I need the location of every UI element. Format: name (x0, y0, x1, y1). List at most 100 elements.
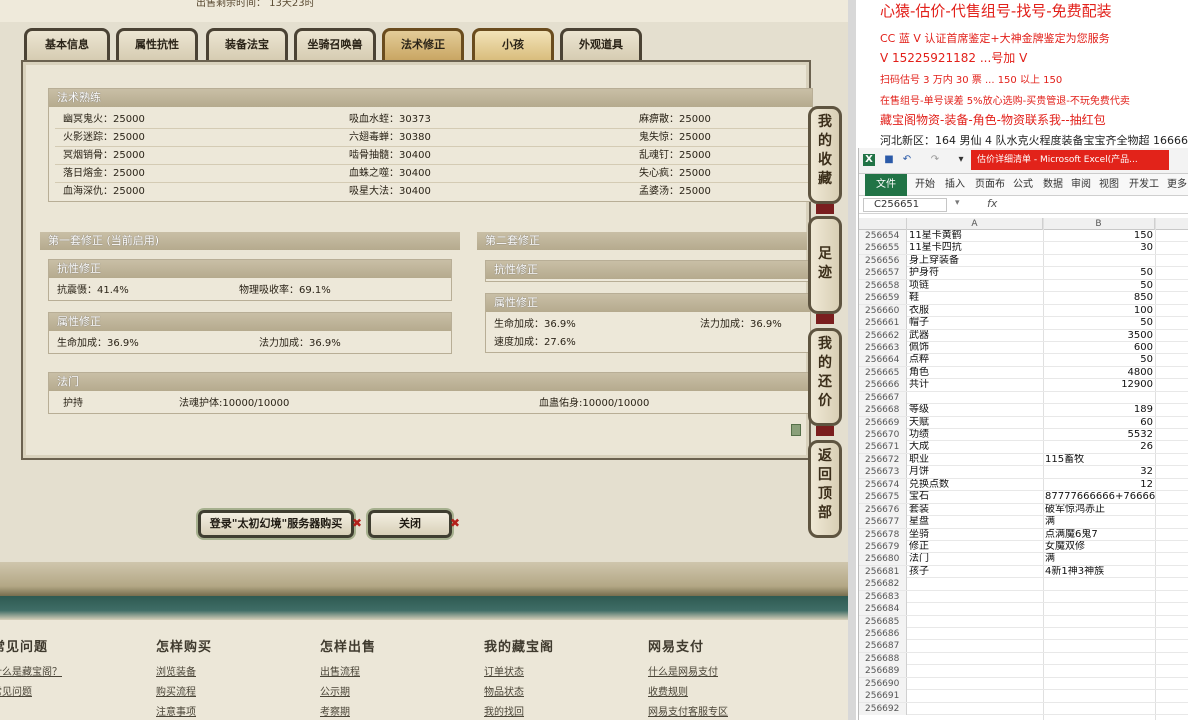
cell-a[interactable]: 套装 (907, 504, 1043, 516)
row-number[interactable]: 256683 (859, 590, 907, 603)
row-number[interactable]: 256667 (859, 391, 907, 404)
cell-a[interactable]: 坐骑 (907, 529, 1043, 541)
row-number[interactable]: 256666 (859, 379, 907, 392)
tab-equipment[interactable]: 装备法宝 (206, 28, 288, 60)
my-favorites-button[interactable]: 我 的 收 藏 (808, 106, 842, 204)
row-number[interactable]: 256691 (859, 690, 907, 703)
row-number[interactable]: 256668 (859, 404, 907, 417)
row-number[interactable]: 256692 (859, 702, 907, 715)
undo-icon[interactable]: ↶ (901, 154, 913, 166)
back-to-top-button[interactable]: 返 回 顶 部 (808, 440, 842, 538)
column-header-a[interactable]: A (907, 218, 1043, 230)
cell-a[interactable]: 等级 (907, 404, 1043, 416)
footer-link[interactable]: 物品状态 (484, 683, 554, 698)
cell-a[interactable]: 护身符 (907, 267, 1043, 279)
row-number[interactable]: 256675 (859, 491, 907, 504)
cell-b[interactable]: 189 (1043, 404, 1155, 416)
select-all-corner[interactable] (859, 218, 907, 230)
save-icon[interactable]: ■ (883, 154, 895, 166)
row-number[interactable]: 256660 (859, 304, 907, 317)
footer-link[interactable]: 收费规则 (648, 683, 728, 698)
row-number[interactable]: 256664 (859, 354, 907, 367)
row-number[interactable]: 256681 (859, 565, 907, 578)
row-number[interactable]: 256686 (859, 628, 907, 640)
browser-scrollbar[interactable] (848, 0, 856, 720)
cell-a[interactable]: 宝石 (907, 491, 1043, 503)
ribbon-tab-formulas[interactable]: 公式 (1013, 174, 1033, 196)
cell-a[interactable]: 项链 (907, 280, 1043, 292)
footer-link[interactable]: 我的找回 (484, 703, 554, 718)
cell-b[interactable]: 满 (1043, 553, 1155, 565)
cell-b[interactable]: 点满魔6鬼7 (1043, 529, 1155, 541)
cell-a[interactable]: 孩子 (907, 566, 1043, 578)
cell-a[interactable]: 武器 (907, 330, 1043, 342)
ribbon-tab-page-layout[interactable]: 页面布 (975, 174, 1005, 196)
cell-b[interactable]: 850 (1043, 292, 1155, 304)
cell-a[interactable]: 佩饰 (907, 342, 1043, 354)
row-number[interactable]: 256654 (859, 230, 907, 242)
cell-b[interactable]: 26 (1043, 441, 1155, 453)
footer-link[interactable]: 购买流程 (156, 683, 212, 698)
row-number[interactable]: 256672 (859, 453, 907, 466)
customize-qa-icon[interactable]: ▾ (955, 154, 967, 166)
row-number[interactable]: 256655 (859, 242, 907, 255)
cell-b[interactable]: 32 (1043, 466, 1155, 478)
cell-b[interactable]: 50 (1043, 267, 1155, 279)
row-number[interactable]: 256659 (859, 292, 907, 305)
tab-mounts-pets[interactable]: 坐骑召唤兽 (294, 28, 376, 60)
cell-a[interactable]: 法门 (907, 553, 1043, 565)
row-number[interactable]: 256688 (859, 652, 907, 665)
footer-link[interactable]: 常见问题 (0, 683, 62, 698)
cell-b[interactable]: 100 (1043, 305, 1155, 317)
row-number[interactable]: 256687 (859, 640, 907, 653)
excel-export-icon[interactable] (791, 424, 801, 436)
cell-b[interactable]: 600 (1043, 342, 1155, 354)
cell-b[interactable]: 50 (1043, 354, 1155, 366)
cell-b[interactable]: 破军惊鸿赤止 (1043, 504, 1155, 516)
footer-link[interactable]: 什么是网易支付 (648, 663, 728, 678)
cell-a[interactable]: 鞋 (907, 292, 1043, 304)
row-number[interactable]: 256656 (859, 254, 907, 267)
spreadsheet-grid[interactable]: 256654 11星卡黄鹤 150 256655 11星卡四抗 30 256656 身上穿装备… (859, 230, 1188, 716)
tab-basic-info[interactable]: 基本信息 (24, 28, 110, 60)
row-number[interactable]: 256671 (859, 441, 907, 454)
ribbon-tab-developer[interactable]: 开发工 (1129, 174, 1159, 196)
row-number[interactable]: 256665 (859, 366, 907, 379)
tab-appearance[interactable]: 外观道具 (560, 28, 642, 60)
row-number[interactable]: 256674 (859, 478, 907, 491)
cell-b[interactable]: 50 (1043, 280, 1155, 292)
row-number[interactable]: 256690 (859, 677, 907, 690)
cell-a[interactable]: 修正 (907, 541, 1043, 553)
cell-a[interactable]: 点粹 (907, 354, 1043, 366)
row-number[interactable]: 256685 (859, 615, 907, 628)
cell-a[interactable]: 兑换点数 (907, 479, 1043, 491)
cell-a[interactable]: 大成 (907, 441, 1043, 453)
cell-a[interactable]: 月饼 (907, 466, 1043, 478)
cell-b[interactable]: 150 (1043, 230, 1155, 242)
cell-b[interactable]: 12 (1043, 479, 1155, 491)
footer-link[interactable]: 出售流程 (320, 663, 376, 678)
cell-a[interactable]: 共计 (907, 379, 1043, 391)
cell-b[interactable]: 30 (1043, 242, 1155, 254)
row-number[interactable]: 256658 (859, 279, 907, 292)
cell-b[interactable]: 3500 (1043, 330, 1155, 342)
cell-a[interactable]: 星盘 (907, 516, 1043, 528)
ribbon-tab-view[interactable]: 视图 (1099, 174, 1119, 196)
row-number[interactable]: 256680 (859, 553, 907, 566)
row-number[interactable]: 256676 (859, 503, 907, 516)
file-tab[interactable]: 文件 (865, 174, 907, 196)
cell-b[interactable]: 60 (1043, 417, 1155, 429)
ribbon-tab-data[interactable]: 数据 (1043, 174, 1063, 196)
close-button[interactable]: 关闭 (368, 510, 452, 538)
row-number[interactable]: 256678 (859, 528, 907, 541)
cell-b[interactable]: 满 (1043, 516, 1155, 528)
cell-a[interactable]: 11星卡四抗 (907, 242, 1043, 254)
footer-link[interactable]: 公示期 (320, 683, 376, 698)
row-number[interactable]: 256684 (859, 603, 907, 616)
cell-a[interactable]: 功绩 (907, 429, 1043, 441)
row-number[interactable]: 256670 (859, 429, 907, 441)
cell-b[interactable]: 5532 (1043, 429, 1155, 441)
cell-b[interactable]: 115畜牧 (1043, 454, 1155, 466)
tab-attributes[interactable]: 属性抗性 (116, 28, 198, 60)
footer-link[interactable]: 订单状态 (484, 663, 554, 678)
